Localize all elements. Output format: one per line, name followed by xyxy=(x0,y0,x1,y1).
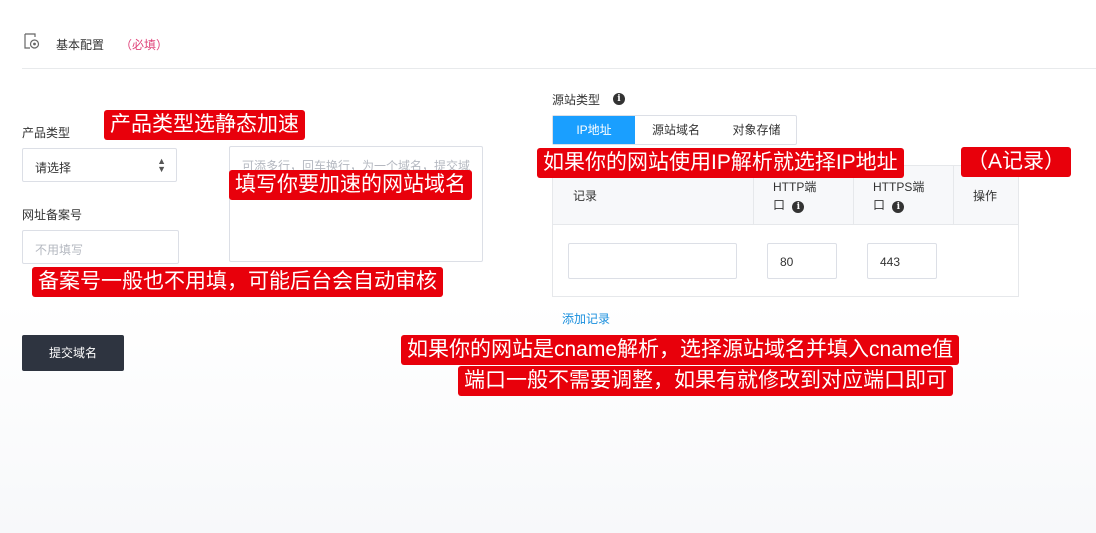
col-record: 记录 xyxy=(573,189,598,203)
record-input[interactable] xyxy=(568,243,737,279)
section-divider xyxy=(22,68,1096,69)
annotation-icp: 备案号一般也不用填，可能后台会自动审核 xyxy=(32,267,443,297)
required-note: （必填） xyxy=(120,38,169,52)
submit-domain-button[interactable]: 提交域名 xyxy=(22,335,124,371)
icp-input[interactable]: 不用填写 xyxy=(22,230,179,264)
annotation-product-type: 产品类型选静态加速 xyxy=(104,110,305,140)
tab-object-storage[interactable]: 对象存储 xyxy=(717,116,796,144)
add-record-link[interactable]: 添加记录 xyxy=(562,310,610,327)
col-https-port: HTTPS端口 i xyxy=(873,180,925,213)
domains-textarea[interactable]: 可添多行，回车换行，为一个域名，提交域 xyxy=(229,146,483,262)
info-icon[interactable]: i xyxy=(792,201,805,213)
annotation-domain: 填写你要加速的网站域名 xyxy=(229,170,472,200)
annotation-cname: 如果你的网站是cname解析，选择源站域名并填入cname值 xyxy=(401,335,960,365)
section-title: 基本配置 xyxy=(56,38,105,52)
col-divider xyxy=(953,166,954,224)
col-action: 操作 xyxy=(973,189,998,203)
info-icon[interactable]: i xyxy=(892,201,905,213)
annotation-port: 端口一般不需要调整，如果有就修改到对应端口即可 xyxy=(458,366,953,396)
https-port-input[interactable]: 443 xyxy=(867,243,937,279)
origin-type-tabs: IP地址 源站域名 对象存储 xyxy=(552,115,797,145)
product-type-value: 请选择 xyxy=(35,161,72,175)
info-icon[interactable]: i xyxy=(613,93,625,105)
settings-shield-icon xyxy=(24,33,40,49)
origin-type-label: 源站类型 xyxy=(552,93,601,107)
origin-records-table: 记录 HTTP端口 i HTTPS端口 i 操作 80 443 xyxy=(552,165,1019,297)
col-http-port: HTTP端口 i xyxy=(773,180,817,213)
product-type-select[interactable]: 请选择 ▲ ▼ xyxy=(22,148,177,182)
tab-origin-domain[interactable]: 源站域名 xyxy=(635,116,717,144)
https-port-value: 443 xyxy=(880,255,901,269)
http-port-input[interactable]: 80 xyxy=(767,243,837,279)
sort-arrows-icon: ▲ ▼ xyxy=(157,156,166,174)
icp-label: 网址备案号 xyxy=(22,208,83,222)
http-port-value: 80 xyxy=(780,255,794,269)
tab-ip-address[interactable]: IP地址 xyxy=(553,116,635,144)
product-type-label: 产品类型 xyxy=(22,126,71,140)
annotation-a-record: （A记录） xyxy=(961,147,1072,177)
annotation-ip: 如果你的网站使用IP解析就选择IP地址 xyxy=(537,148,904,178)
icp-placeholder: 不用填写 xyxy=(35,243,84,257)
